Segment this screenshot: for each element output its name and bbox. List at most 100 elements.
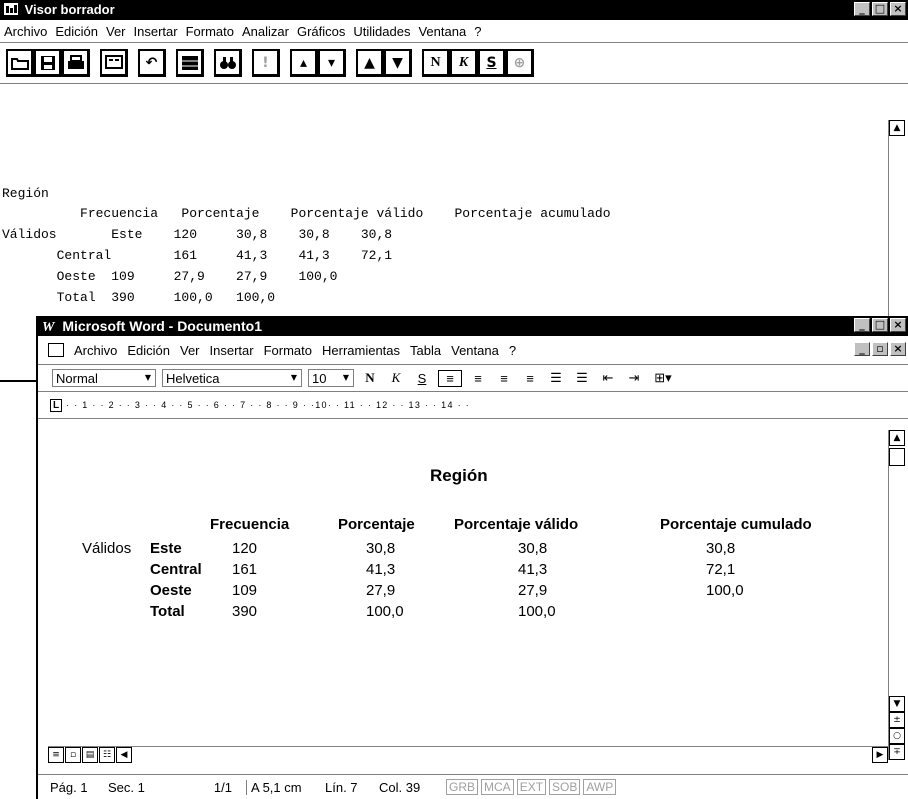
goto-chart-icon[interactable] — [176, 49, 204, 77]
browse-object-icon[interactable]: ○ — [889, 728, 905, 744]
doc-minimize-icon[interactable]: _ — [854, 342, 870, 356]
scroll-left-icon[interactable]: ◀ — [116, 747, 132, 763]
viewer-menu-formato[interactable]: Formato — [186, 24, 234, 39]
italic-button[interactable]: K — [386, 370, 406, 386]
promote-icon[interactable]: ▲ — [356, 49, 384, 77]
tab-stop-icon[interactable]: L — [50, 398, 63, 412]
info-icon[interactable]: ! — [252, 49, 280, 77]
save-icon[interactable] — [34, 49, 62, 77]
next-page-icon[interactable]: ∓ — [889, 744, 905, 760]
numbered-list-icon[interactable]: ☰ — [546, 370, 566, 386]
viewer-menu-help[interactable]: ? — [474, 24, 481, 39]
word-menu-tabla[interactable]: Tabla — [410, 343, 441, 358]
italic-icon[interactable]: K — [450, 49, 478, 77]
increase-indent-icon[interactable]: ⇥ — [624, 370, 644, 386]
demote-icon[interactable]: ▼ — [384, 49, 412, 77]
word-menu-edicion[interactable]: Edición — [127, 343, 170, 358]
output-header: Frecuencia Porcentaje Porcentaje válido … — [2, 206, 611, 221]
scroll-down-icon[interactable]: ▼ — [889, 696, 905, 712]
doc-restore-icon[interactable]: ▫ — [872, 342, 888, 356]
chevron-down-icon: ▼ — [342, 373, 350, 382]
align-left-icon[interactable]: ≡ — [438, 369, 462, 387]
viewer-menu-archivo[interactable]: Archivo — [4, 24, 47, 39]
doc-row-valid: 30,8 — [518, 540, 548, 557]
size-select[interactable]: 10 ▼ — [308, 369, 354, 387]
word-menu-ventana[interactable]: Ventana — [451, 343, 499, 358]
designate-up-icon[interactable]: ▴ — [290, 49, 318, 77]
ruler-scale: · · 1 · · 2 · · 3 · · 4 · · 5 · · 6 · · … — [66, 400, 470, 410]
status-mode-grb[interactable]: GRB — [446, 779, 479, 795]
style-select[interactable]: Normal ▼ — [52, 369, 156, 387]
normal-view-icon[interactable]: ≡ — [48, 747, 64, 763]
viewer-menu-graficos[interactable]: Gráficos — [297, 24, 345, 39]
viewer-menu-utilidades[interactable]: Utilidades — [353, 24, 410, 39]
chevron-down-icon: ▼ — [144, 373, 152, 382]
find-icon[interactable] — [214, 49, 242, 77]
status-mode-sob[interactable]: SOB — [549, 779, 581, 795]
output-row-este: Válidos Este 120 30,8 30,8 30,8 — [2, 227, 393, 242]
word-menu-help[interactable]: ? — [509, 343, 516, 358]
maximize-icon[interactable]: □ — [872, 2, 888, 16]
close-icon[interactable]: × — [890, 318, 906, 332]
word-menu-formato[interactable]: Formato — [264, 343, 312, 358]
maximize-icon[interactable]: □ — [872, 318, 888, 332]
status-mode-ext[interactable]: EXT — [516, 779, 547, 795]
viewer-menu-insertar[interactable]: Insertar — [134, 24, 178, 39]
decrease-indent-icon[interactable]: ⇤ — [598, 370, 618, 386]
doc-icon[interactable] — [48, 343, 64, 357]
word-menu-archivo[interactable]: Archivo — [74, 343, 117, 358]
outline-view-icon[interactable]: ☷ — [99, 747, 115, 763]
doc-header-valid: Porcentaje válido — [454, 516, 579, 533]
status-mode-awp[interactable]: AWP — [583, 779, 617, 795]
scroll-right-icon[interactable]: ▶ — [872, 747, 888, 763]
doc-label-validos: Válidos — [82, 540, 132, 557]
viewer-menu-ver[interactable]: Ver — [106, 24, 126, 39]
doc-row-valid: 100,0 — [518, 603, 556, 620]
borders-icon[interactable]: ⊞▾ — [650, 370, 676, 386]
word-titlebar[interactable]: W Microsoft Word - Documento1 _ □ × — [38, 316, 908, 336]
viewer-menu-edicion[interactable]: Edición — [55, 24, 98, 39]
web-view-icon[interactable]: ▫ — [65, 747, 81, 763]
print-icon[interactable] — [62, 49, 90, 77]
scroll-up-icon[interactable]: ▲ — [889, 120, 905, 136]
doc-row-pct: 100,0 — [366, 603, 404, 620]
open-icon[interactable] — [6, 49, 34, 77]
viewer-menu-ventana[interactable]: Ventana — [418, 24, 466, 39]
status-mode-mca[interactable]: MCA — [481, 779, 514, 795]
doc-row-pct: 27,9 — [366, 582, 396, 599]
viewer-menu-analizar[interactable]: Analizar — [242, 24, 289, 39]
scroll-up-icon[interactable]: ▲ — [889, 430, 905, 446]
word-menu-ver[interactable]: Ver — [180, 343, 200, 358]
output-row-central: Central 161 41,3 41,3 72,1 — [2, 248, 393, 263]
layout-view-icon[interactable]: ▤ — [82, 747, 98, 763]
doc-close-icon[interactable]: × — [890, 342, 906, 356]
style-value: Normal — [56, 370, 98, 386]
viewer-titlebar[interactable]: Visor borrador _ □ × — [0, 0, 908, 20]
prev-page-icon[interactable]: ± — [889, 712, 905, 728]
bold-button[interactable]: N — [360, 370, 380, 386]
doc-row-valid: 41,3 — [518, 561, 548, 578]
word-menu-insertar[interactable]: Insertar — [210, 343, 254, 358]
word-vscrollbar[interactable]: ▲ ▼ ± ○ ∓ — [888, 430, 906, 760]
align-right-icon[interactable]: ≡ — [494, 371, 514, 386]
globe-icon[interactable]: ⊕ — [506, 49, 534, 77]
designate-down-icon[interactable]: ▾ — [318, 49, 346, 77]
font-select[interactable]: Helvetica ▼ — [162, 369, 302, 387]
doc-row-cum: 30,8 — [706, 540, 736, 557]
close-icon[interactable]: × — [890, 2, 906, 16]
underline-button[interactable]: S — [412, 371, 432, 386]
status-section: Sec. 1 — [108, 779, 145, 795]
word-hscrollbar[interactable]: ≡ ▫ ▤ ☷ ◀ ▶ — [48, 746, 888, 763]
ruler[interactable]: L · · 1 · · 2 · · 3 · · 4 · · 5 · · 6 · … — [38, 392, 908, 419]
bullet-list-icon[interactable]: ☰ — [572, 370, 592, 386]
align-center-icon[interactable]: ≡ — [468, 371, 488, 386]
undo-icon[interactable]: ↶ — [138, 49, 166, 77]
minimize-icon[interactable]: _ — [854, 318, 870, 332]
dialog-recall-icon[interactable] — [100, 49, 128, 77]
underline-icon[interactable]: S — [478, 49, 506, 77]
scroll-thumb[interactable] — [889, 448, 905, 466]
word-menu-herramientas[interactable]: Herramientas — [322, 343, 400, 358]
justify-icon[interactable]: ≡ — [520, 371, 540, 386]
bold-icon[interactable]: N — [422, 49, 450, 77]
minimize-icon[interactable]: _ — [854, 2, 870, 16]
